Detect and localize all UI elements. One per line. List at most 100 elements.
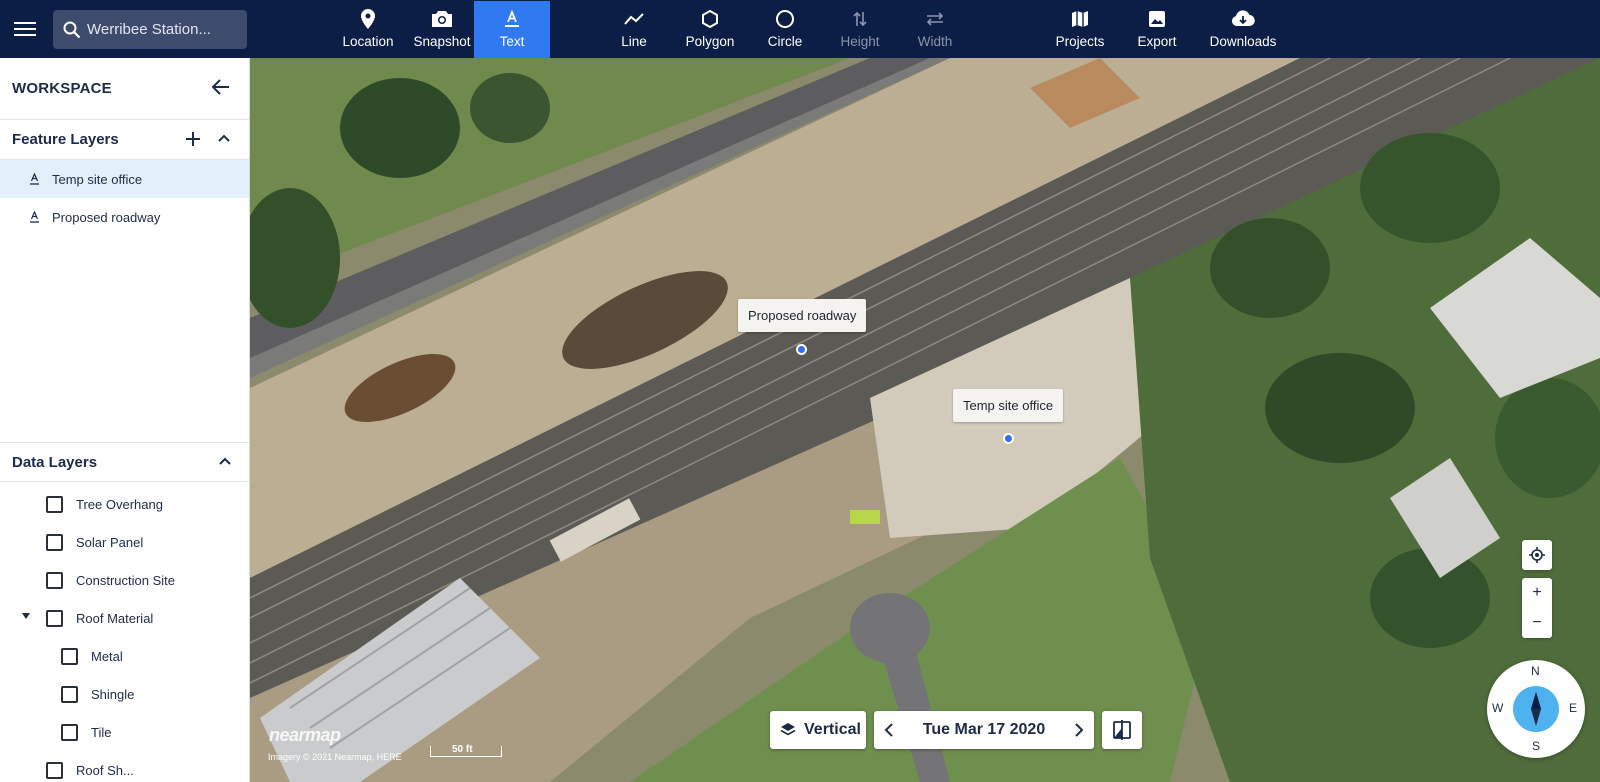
tool-circle-label: Circle — [767, 34, 803, 49]
checkbox[interactable] — [61, 723, 78, 741]
search-box[interactable] — [53, 10, 247, 49]
cloud-download-icon — [1231, 10, 1255, 27]
tool-height-label: Height — [840, 34, 880, 49]
top-toolbar: Location Snapshot Text Line Polygon Circ… — [0, 0, 1600, 58]
image-icon — [1149, 11, 1165, 27]
data-layer-item[interactable]: Shingle — [0, 675, 249, 713]
height-icon — [853, 11, 867, 27]
chevron-up-icon[interactable] — [217, 133, 231, 143]
map-label[interactable]: Temp site office — [953, 389, 1064, 422]
tool-location[interactable]: Location — [330, 1, 406, 58]
data-layer-label: Tree Overhang — [76, 496, 163, 512]
locate-button[interactable] — [1522, 540, 1552, 570]
tool-snapshot[interactable]: Snapshot — [404, 1, 480, 58]
tool-height[interactable]: Height — [822, 1, 898, 58]
chevron-right-icon[interactable] — [1066, 711, 1094, 749]
feature-layers-title: Feature Layers — [12, 131, 119, 148]
checkbox[interactable] — [46, 761, 63, 779]
data-layers-title: Data Layers — [12, 453, 98, 471]
camera-icon — [432, 11, 452, 27]
checkbox[interactable] — [46, 609, 63, 627]
data-layer-label: Metal — [91, 648, 123, 664]
tool-width-label: Width — [917, 34, 953, 49]
compass-south: S — [1532, 739, 1541, 753]
chevron-left-icon[interactable] — [874, 711, 902, 749]
compass-needle-icon[interactable] — [1513, 686, 1559, 732]
tool-downloads[interactable]: Downloads — [1200, 1, 1286, 58]
zoom-in-button[interactable]: + — [1532, 578, 1541, 608]
polygon-icon — [702, 10, 718, 28]
map-icon — [1072, 11, 1088, 27]
tool-projects-label: Projects — [1055, 34, 1105, 49]
search-icon — [63, 21, 81, 38]
zoom-controls: + − — [1522, 578, 1552, 638]
tool-export[interactable]: Export — [1119, 1, 1195, 58]
tool-export-label: Export — [1137, 34, 1177, 49]
search-input[interactable] — [87, 21, 237, 38]
checkbox[interactable] — [46, 533, 63, 551]
arrow-left-icon[interactable] — [211, 78, 231, 96]
tool-line[interactable]: Line — [596, 1, 672, 58]
map-label[interactable]: Proposed roadway — [738, 299, 867, 332]
data-layer-label: Tile — [91, 724, 112, 740]
map-pin-icon[interactable] — [796, 344, 807, 355]
pin-icon — [361, 9, 375, 29]
checkbox[interactable] — [61, 647, 78, 665]
data-layers-header: Data Layers — [0, 442, 249, 482]
tool-text-label: Text — [499, 34, 525, 49]
plus-icon[interactable] — [185, 131, 201, 147]
date-selector: Tue Mar 17 2020 — [874, 711, 1094, 749]
compare-button[interactable] — [1102, 711, 1142, 749]
map-attribution: Imagery © 2021 Nearmap, HERE — [268, 752, 402, 762]
tool-polygon[interactable]: Polygon — [672, 1, 748, 58]
layers-icon — [780, 723, 796, 736]
data-layer-item[interactable]: Solar Panel — [0, 523, 249, 561]
tool-projects[interactable]: Projects — [1042, 1, 1118, 58]
feature-layer-item[interactable]: Temp site office — [0, 160, 249, 198]
aerial-imagery — [250, 58, 1600, 782]
tool-line-label: Line — [621, 34, 647, 49]
feature-layer-label: Proposed roadway — [52, 209, 161, 225]
caret-down-icon[interactable] — [22, 613, 30, 619]
data-layer-item[interactable]: Tree Overhang — [0, 485, 249, 523]
checkbox[interactable] — [46, 495, 63, 513]
capture-date[interactable]: Tue Mar 17 2020 — [902, 721, 1066, 739]
workspace-sidebar: WORKSPACE Feature Layers Temp site offic… — [0, 58, 250, 782]
compass[interactable]: N E S W — [1487, 660, 1585, 758]
data-layer-item[interactable]: Roof Sh... — [0, 751, 249, 782]
data-layer-label: Roof Sh... — [76, 762, 134, 778]
nearmap-logo: nearmap — [269, 725, 341, 745]
tool-downloads-label: Downloads — [1209, 34, 1277, 49]
view-mode-label: Vertical — [804, 721, 861, 738]
tool-text[interactable]: Text — [474, 1, 550, 58]
compass-east: E — [1569, 701, 1578, 715]
text-icon — [29, 211, 39, 223]
checkbox[interactable] — [61, 685, 78, 703]
circle-icon — [776, 10, 794, 28]
width-icon — [926, 12, 944, 26]
tool-width[interactable]: Width — [897, 1, 973, 58]
text-icon — [505, 10, 519, 27]
workspace-title: WORKSPACE — [12, 80, 112, 97]
chevron-up-icon[interactable] — [218, 456, 232, 466]
map-pin-icon[interactable] — [1003, 433, 1014, 444]
workspace-header: WORKSPACE — [0, 58, 249, 120]
data-layer-label: Solar Panel — [76, 534, 144, 550]
feature-layer-item[interactable]: Proposed roadway — [0, 198, 249, 236]
data-layer-label: Roof Material — [76, 610, 154, 626]
data-layer-item[interactable]: Tile — [0, 713, 249, 751]
aerial-map[interactable]: Proposed roadway Temp site office + − N … — [250, 58, 1600, 782]
view-mode-button[interactable]: Vertical — [770, 711, 866, 749]
data-layer-label: Shingle — [91, 686, 135, 702]
zoom-out-button[interactable]: − — [1532, 608, 1541, 638]
hamburger-menu-icon[interactable] — [14, 19, 36, 39]
compass-west: W — [1492, 701, 1504, 715]
data-layer-item[interactable]: Roof Material — [0, 599, 249, 637]
tool-circle[interactable]: Circle — [747, 1, 823, 58]
data-layer-item[interactable]: Construction Site — [0, 561, 249, 599]
split-view-icon — [1113, 720, 1131, 740]
tool-location-label: Location — [342, 34, 394, 49]
data-layer-item[interactable]: Metal — [0, 637, 249, 675]
checkbox[interactable] — [46, 571, 63, 589]
line-icon — [624, 13, 644, 25]
